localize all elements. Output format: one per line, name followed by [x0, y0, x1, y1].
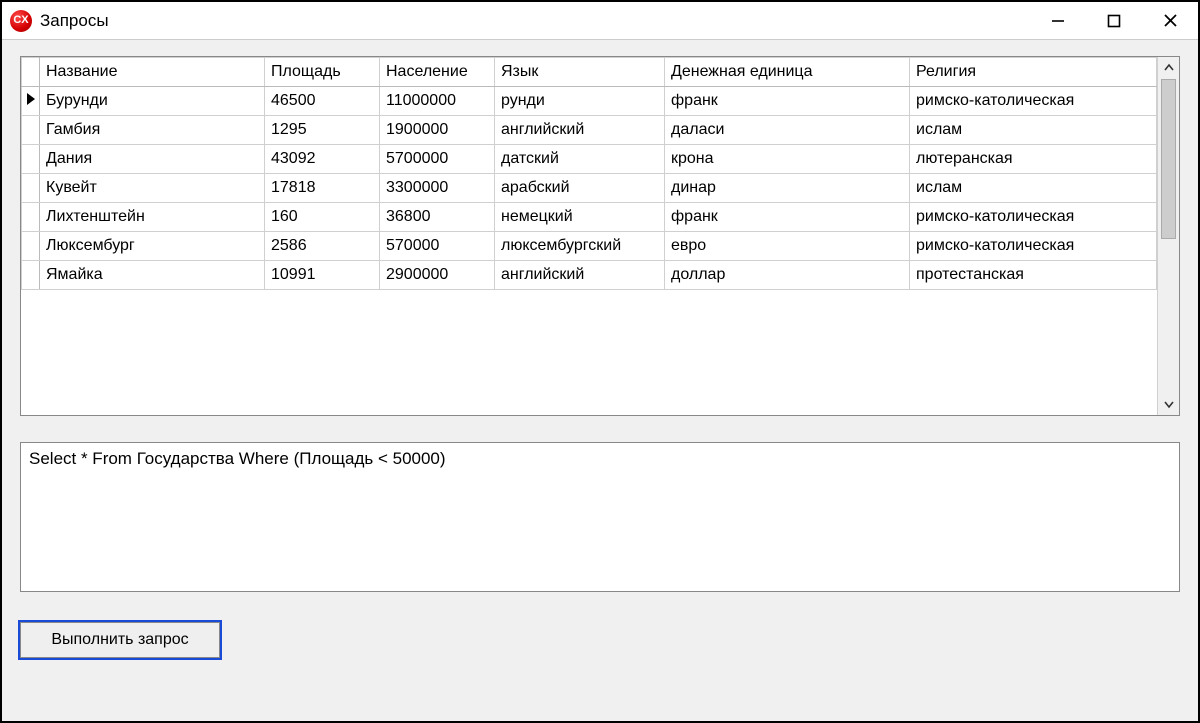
cell-language[interactable]: арабский — [495, 174, 665, 203]
maximize-icon — [1107, 14, 1121, 28]
col-header-language[interactable]: Язык — [495, 58, 665, 87]
cell-area[interactable]: 10991 — [265, 261, 380, 290]
row-indicator — [22, 116, 40, 145]
col-header-religion[interactable]: Религия — [910, 58, 1157, 87]
scroll-track[interactable] — [1161, 79, 1176, 393]
cell-population[interactable]: 36800 — [380, 203, 495, 232]
col-header-population[interactable]: Население — [380, 58, 495, 87]
cell-language[interactable]: рунди — [495, 87, 665, 116]
current-row-icon — [27, 93, 35, 105]
titlebar-left: CX Запросы — [10, 10, 109, 32]
col-header-name[interactable]: Название — [40, 58, 265, 87]
cell-religion[interactable]: ислам — [910, 174, 1157, 203]
row-indicator — [22, 232, 40, 261]
cell-currency[interactable]: франк — [665, 203, 910, 232]
scroll-down-arrow[interactable] — [1158, 393, 1179, 415]
cell-name[interactable]: Ямайка — [40, 261, 265, 290]
row-header-corner — [22, 58, 40, 87]
cell-religion[interactable]: римско-католическая — [910, 232, 1157, 261]
cell-area[interactable]: 17818 — [265, 174, 380, 203]
titlebar: CX Запросы — [2, 2, 1198, 40]
table-row[interactable]: Бурунди4650011000000рундифранкримско-кат… — [22, 87, 1157, 116]
table-row[interactable]: Кувейт178183300000арабскийдинарислам — [22, 174, 1157, 203]
cell-language[interactable]: английский — [495, 261, 665, 290]
close-icon — [1163, 13, 1178, 28]
cell-area[interactable]: 46500 — [265, 87, 380, 116]
cell-population[interactable]: 1900000 — [380, 116, 495, 145]
row-indicator — [22, 174, 40, 203]
app-icon-text: CX — [13, 15, 28, 26]
row-indicator — [22, 87, 40, 116]
cell-area[interactable]: 1295 — [265, 116, 380, 145]
close-button[interactable] — [1142, 2, 1198, 39]
chevron-down-icon — [1164, 399, 1174, 409]
grid-table: Название Площадь Население Язык Денежная… — [21, 57, 1157, 290]
data-grid[interactable]: Название Площадь Население Язык Денежная… — [20, 56, 1180, 416]
query-input[interactable]: Select * From Государства Where (Площадь… — [20, 442, 1180, 592]
app-icon: CX — [10, 10, 32, 32]
cell-name[interactable]: Гамбия — [40, 116, 265, 145]
cell-religion[interactable]: лютеранская — [910, 145, 1157, 174]
run-query-button[interactable]: Выполнить запрос — [20, 622, 220, 658]
cell-language[interactable]: датский — [495, 145, 665, 174]
cell-area[interactable]: 2586 — [265, 232, 380, 261]
vertical-scrollbar[interactable] — [1157, 57, 1179, 415]
cell-religion[interactable]: римско-католическая — [910, 203, 1157, 232]
chevron-up-icon — [1164, 63, 1174, 73]
cell-language[interactable]: английский — [495, 116, 665, 145]
cell-religion[interactable]: протестанская — [910, 261, 1157, 290]
cell-name[interactable]: Лихтенштейн — [40, 203, 265, 232]
query-text: Select * From Государства Where (Площадь… — [29, 449, 446, 468]
cell-currency[interactable]: евро — [665, 232, 910, 261]
row-indicator — [22, 203, 40, 232]
cell-currency[interactable]: доллар — [665, 261, 910, 290]
scroll-thumb[interactable] — [1161, 79, 1176, 239]
cell-religion[interactable]: римско-католическая — [910, 87, 1157, 116]
minimize-button[interactable] — [1030, 2, 1086, 39]
cell-currency[interactable]: даласи — [665, 116, 910, 145]
row-indicator — [22, 145, 40, 174]
cell-language[interactable]: люксембургский — [495, 232, 665, 261]
window-buttons — [1030, 2, 1198, 39]
grid-header-row: Название Площадь Население Язык Денежная… — [22, 58, 1157, 87]
minimize-icon — [1051, 14, 1065, 28]
table-row[interactable]: Дания430925700000датскийкроналютеранская — [22, 145, 1157, 174]
cell-population[interactable]: 5700000 — [380, 145, 495, 174]
col-header-area[interactable]: Площадь — [265, 58, 380, 87]
table-row[interactable]: Ямайка109912900000английскийдолларпротес… — [22, 261, 1157, 290]
button-row: Выполнить запрос — [20, 622, 1180, 658]
col-header-currency[interactable]: Денежная единица — [665, 58, 910, 87]
cell-area[interactable]: 160 — [265, 203, 380, 232]
cell-currency[interactable]: крона — [665, 145, 910, 174]
cell-area[interactable]: 43092 — [265, 145, 380, 174]
cell-population[interactable]: 570000 — [380, 232, 495, 261]
client-area: Название Площадь Население Язык Денежная… — [2, 40, 1198, 721]
cell-religion[interactable]: ислам — [910, 116, 1157, 145]
cell-name[interactable]: Дания — [40, 145, 265, 174]
cell-population[interactable]: 11000000 — [380, 87, 495, 116]
scroll-up-arrow[interactable] — [1158, 57, 1179, 79]
maximize-button[interactable] — [1086, 2, 1142, 39]
table-row[interactable]: Люксембург2586570000люксембургскийеврори… — [22, 232, 1157, 261]
cell-name[interactable]: Бурунди — [40, 87, 265, 116]
cell-population[interactable]: 3300000 — [380, 174, 495, 203]
row-indicator — [22, 261, 40, 290]
cell-name[interactable]: Люксембург — [40, 232, 265, 261]
cell-language[interactable]: немецкий — [495, 203, 665, 232]
table-row[interactable]: Гамбия12951900000английскийдаласиислам — [22, 116, 1157, 145]
cell-name[interactable]: Кувейт — [40, 174, 265, 203]
cell-currency[interactable]: динар — [665, 174, 910, 203]
window-title: Запросы — [40, 11, 109, 31]
cell-population[interactable]: 2900000 — [380, 261, 495, 290]
table-row[interactable]: Лихтенштейн16036800немецкийфранкримско-к… — [22, 203, 1157, 232]
cell-currency[interactable]: франк — [665, 87, 910, 116]
